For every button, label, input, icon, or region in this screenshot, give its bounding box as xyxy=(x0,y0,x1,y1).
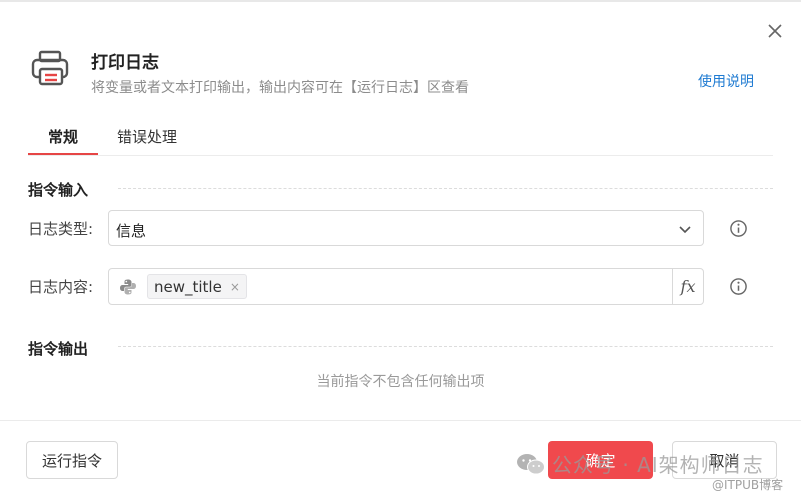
footer-divider xyxy=(0,420,801,421)
fx-button[interactable]: fx xyxy=(672,269,703,304)
watermark-text: 公众号 · AI架构师日志 xyxy=(552,453,764,477)
watermark: 公众号 · AI架构师日志 xyxy=(516,449,764,478)
variable-tag-label: new_title xyxy=(154,277,222,296)
section-divider xyxy=(118,188,773,189)
log-content-label: 日志内容: xyxy=(28,278,94,296)
log-type-value: 信息 xyxy=(116,222,147,240)
tag-remove-icon[interactable]: × xyxy=(230,280,240,294)
chevron-down-icon xyxy=(679,226,691,234)
watermark-sub-text: @ITPUB博客 xyxy=(712,478,784,492)
run-command-button[interactable]: 运行指令 xyxy=(26,441,118,479)
tab-error-handling[interactable]: 错误处理 xyxy=(117,126,177,147)
dialog-subtitle: 将变量或者文本打印输出，输出内容可在【运行日志】区查看 xyxy=(91,80,469,96)
close-icon[interactable] xyxy=(764,20,786,42)
log-type-select[interactable]: 信息 xyxy=(108,210,704,246)
output-empty-text: 当前指令不包含任何输出项 xyxy=(316,374,485,390)
log-type-label: 日志类型: xyxy=(28,220,94,238)
info-icon[interactable] xyxy=(729,277,748,296)
tab-general[interactable]: 常规 xyxy=(28,126,98,155)
section-output-title: 指令输出 xyxy=(28,340,89,358)
tab-bar: 常规 错误处理 xyxy=(28,120,773,156)
dialog-title: 打印日志 xyxy=(91,53,159,73)
variable-tag: new_title × xyxy=(147,274,247,299)
python-icon xyxy=(120,279,136,295)
wechat-icon xyxy=(517,453,545,474)
info-icon[interactable] xyxy=(729,219,748,238)
log-content-field[interactable]: new_title × fx xyxy=(108,268,704,305)
section-input-title: 指令输入 xyxy=(28,181,89,199)
printer-icon xyxy=(31,50,69,86)
help-link[interactable]: 使用说明 xyxy=(698,71,754,91)
section-divider xyxy=(118,346,773,347)
print-log-dialog: 打印日志 将变量或者文本打印输出，输出内容可在【运行日志】区查看 使用说明 常规… xyxy=(0,0,801,496)
